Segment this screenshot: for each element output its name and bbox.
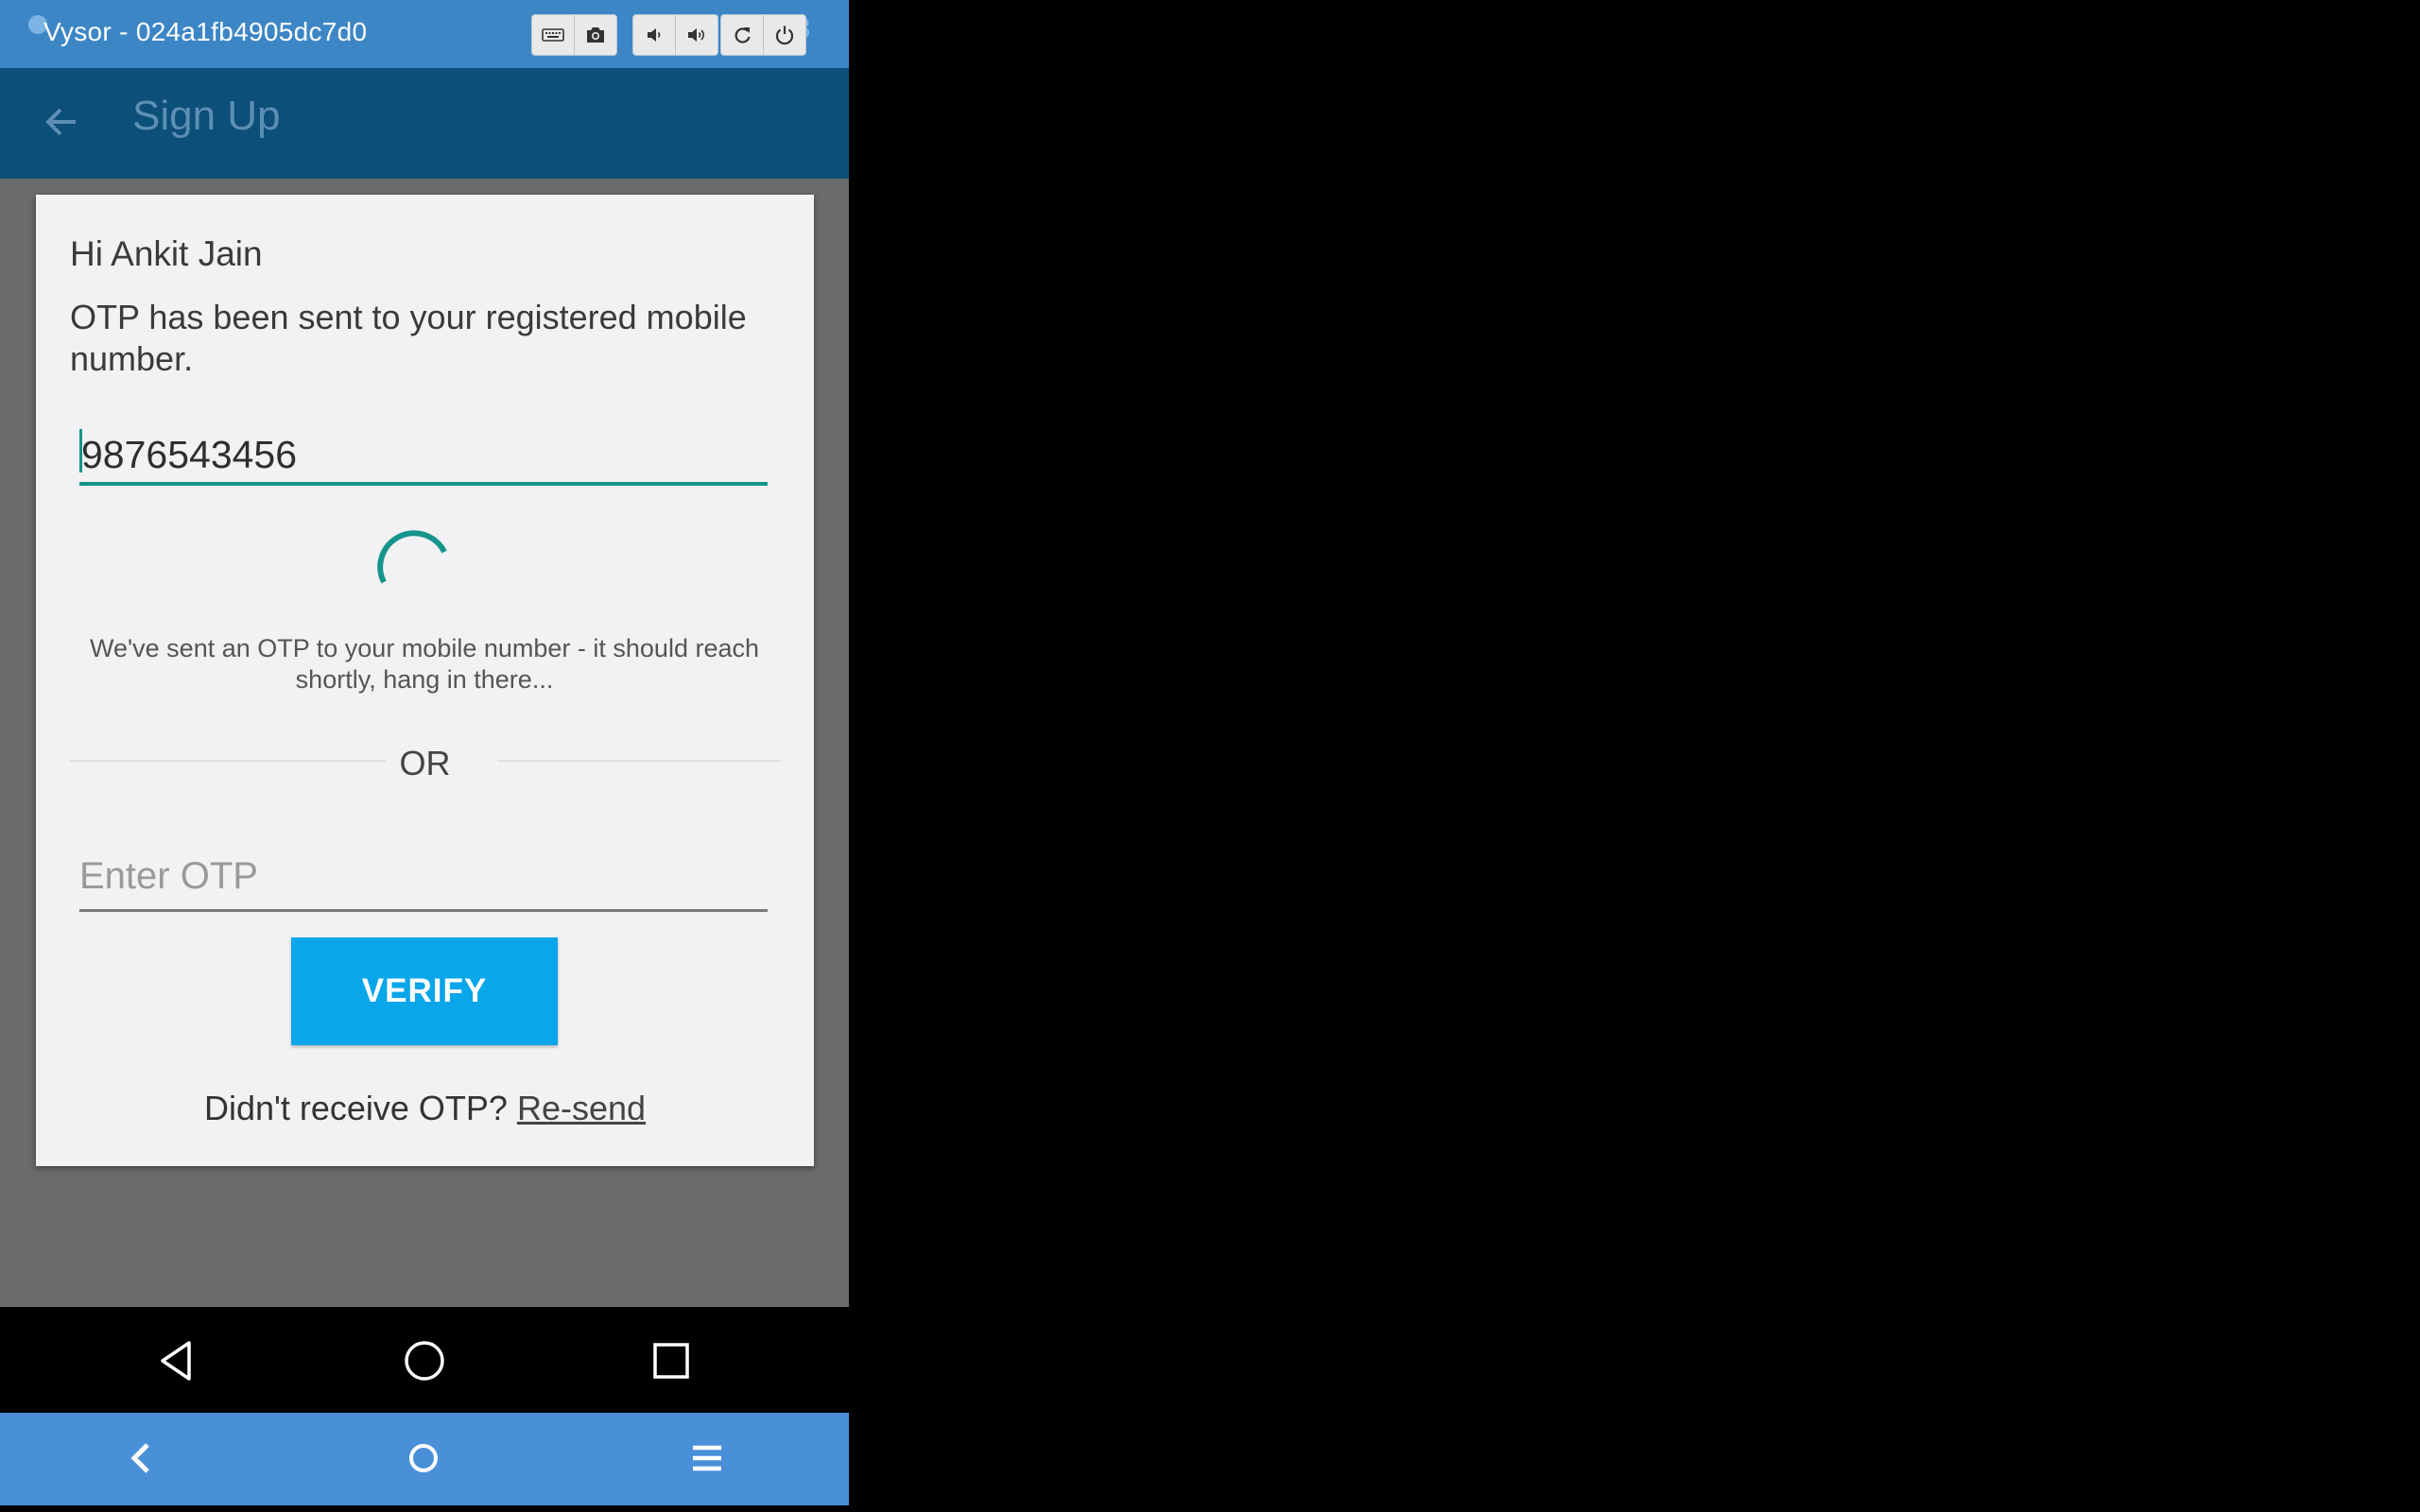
otp-dialog: Hi Ankit Jain OTP has been sent to your …	[36, 195, 814, 1166]
mobile-number-value: 9876543456	[81, 433, 298, 476]
android-nav-bar	[0, 1307, 849, 1413]
toolbar-group-volume	[632, 14, 718, 56]
otp-wait-message: We've sent an OTP to your mobile number …	[90, 634, 759, 694]
chevron-left-icon[interactable]	[119, 1435, 164, 1481]
rotate-icon	[735, 27, 751, 43]
or-label: OR	[399, 744, 451, 782]
screenshot-button[interactable]	[574, 15, 616, 55]
app-bar	[0, 68, 849, 179]
camera-icon	[587, 27, 604, 43]
otp-field	[79, 849, 768, 912]
power-button[interactable]	[763, 15, 805, 55]
power-icon	[775, 26, 794, 45]
rotate-button[interactable]	[721, 15, 763, 55]
vysor-bottom-bar	[0, 1413, 849, 1505]
resend-prompt: Didn't receive OTP?	[203, 1089, 517, 1127]
toolbar-group-capture	[531, 14, 617, 56]
menu-icon[interactable]	[684, 1435, 730, 1481]
otp-sent-message: OTP has been sent to your registered mob…	[70, 298, 747, 378]
volume-down-button[interactable]	[633, 15, 675, 55]
mobile-number-field[interactable]: 9876543456	[79, 423, 768, 486]
keyboard-button[interactable]	[532, 15, 574, 55]
vysor-title-bar: Vysor - 024a1fb4905dc7d0 48	[0, 0, 849, 68]
page-title: Sign Up	[132, 93, 281, 139]
greeting-text: Hi Ankit Jain	[70, 234, 263, 273]
back-arrow-icon[interactable]	[38, 98, 85, 146]
volume-up-button[interactable]	[675, 15, 717, 55]
volume-up-icon	[688, 28, 704, 42]
keyboard-icon	[542, 28, 564, 42]
recents-square-icon[interactable]	[646, 1335, 697, 1386]
loading-spinner-icon	[377, 530, 447, 584]
volume-down-icon	[648, 28, 661, 42]
resend-link[interactable]: Re-send	[517, 1089, 646, 1127]
home-circle-icon[interactable]	[401, 1435, 446, 1481]
vysor-window: Vysor - 024a1fb4905dc7d0 48	[0, 0, 849, 1505]
window-title: Vysor - 024a1fb4905dc7d0	[43, 17, 368, 46]
otp-input[interactable]	[79, 849, 768, 903]
verify-button[interactable]: VERIFY	[291, 937, 558, 1045]
resend-row: Didn't receive OTP? Re-send	[36, 1089, 814, 1128]
back-triangle-icon[interactable]	[151, 1335, 202, 1386]
home-circle-icon[interactable]	[399, 1335, 450, 1386]
toolbar-group-device	[720, 14, 806, 56]
